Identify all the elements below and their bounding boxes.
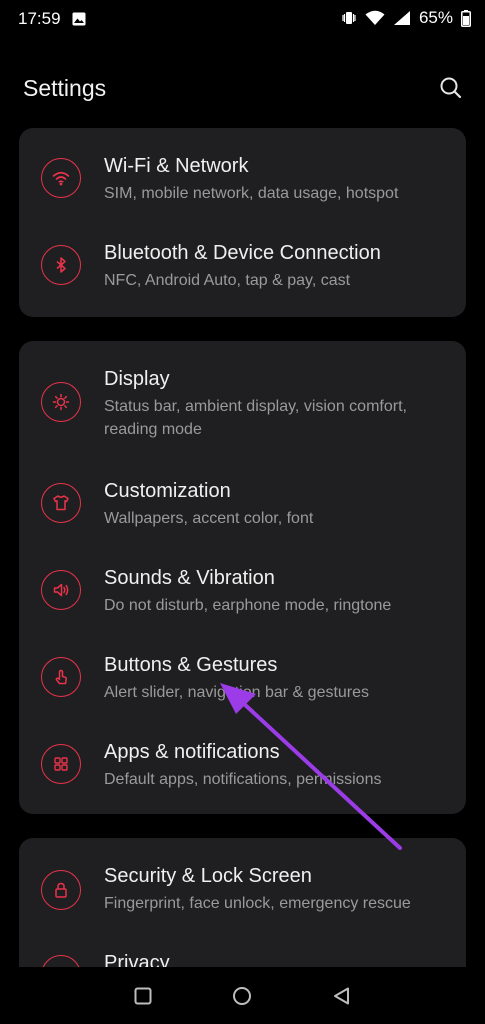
gesture-icon: [41, 657, 81, 697]
vibrate-icon: [341, 10, 357, 26]
page-title: Settings: [23, 75, 107, 101]
tshirt-icon: [41, 483, 81, 523]
item-subtitle: NFC, Android Auto, tap & pay, cast: [104, 272, 351, 289]
battery-icon: [461, 9, 471, 27]
home-icon: [232, 987, 252, 1010]
item-title: Security & Lock Screen: [104, 865, 312, 887]
signal-icon: [393, 10, 411, 26]
back-button[interactable]: [332, 986, 352, 1006]
status-time: 17:59: [18, 9, 61, 28]
item-subtitle: Alert slider, navigation bar & gestures: [104, 684, 370, 701]
settings-item-display[interactable]: Display Status bar, ambient display, vis…: [19, 341, 466, 456]
header: Settings: [0, 60, 485, 116]
settings-group-personal: Display Status bar, ambient display, vis…: [19, 341, 466, 814]
settings-item-customization[interactable]: Customization Wallpapers, accent color, …: [19, 456, 466, 543]
bluetooth-icon: [41, 245, 81, 285]
item-title: Display: [104, 368, 170, 390]
item-subtitle: Status bar, ambient display, vision comf…: [104, 398, 407, 438]
settings-item-security-lock-screen[interactable]: Security & Lock Screen Fingerprint, face…: [19, 838, 466, 933]
speaker-icon: [41, 570, 81, 610]
item-subtitle: Wallpapers, accent color, font: [104, 510, 314, 527]
item-subtitle: Default apps, notifications, permissions: [104, 771, 382, 788]
recent-apps-button[interactable]: [133, 986, 153, 1006]
item-title: Customization: [104, 480, 231, 502]
item-title: Sounds & Vibration: [104, 567, 275, 589]
settings-item-apps-notifications[interactable]: Apps & notifications Default apps, notif…: [19, 717, 466, 814]
wifi-icon: [365, 10, 385, 26]
lock-icon: [41, 870, 81, 910]
navigation-bar: [0, 967, 485, 1024]
gallery-icon: [72, 12, 86, 31]
settings-item-wifi-network[interactable]: Wi-Fi & Network SIM, mobile network, dat…: [19, 128, 466, 223]
item-title: Buttons & Gestures: [104, 654, 278, 676]
settings-item-bluetooth[interactable]: Bluetooth & Device Connection NFC, Andro…: [19, 223, 466, 317]
item-subtitle: Do not disturb, earphone mode, ringtone: [104, 597, 392, 614]
item-subtitle: SIM, mobile network, data usage, hotspot: [104, 185, 399, 202]
settings-item-sounds-vibration[interactable]: Sounds & Vibration Do not disturb, earph…: [19, 543, 466, 630]
status-icons: 65%: [341, 8, 471, 28]
item-title: Bluetooth & Device Connection: [104, 242, 381, 264]
item-title: Apps & notifications: [104, 741, 280, 763]
settings-group-connectivity: Wi-Fi & Network SIM, mobile network, dat…: [19, 128, 466, 317]
item-title: Wi-Fi & Network: [104, 155, 249, 177]
back-icon: [332, 987, 352, 1010]
settings-item-buttons-gestures[interactable]: Buttons & Gestures Alert slider, navigat…: [19, 630, 466, 717]
status-bar: 17:59 65%: [0, 0, 485, 38]
wifi-icon: [41, 158, 81, 198]
home-button[interactable]: [232, 986, 252, 1006]
apps-grid-icon: [41, 744, 81, 784]
recent-apps-icon: [133, 987, 153, 1010]
brightness-icon: [41, 382, 81, 422]
search-button[interactable]: [432, 70, 468, 106]
item-subtitle: Fingerprint, face unlock, emergency resc…: [104, 895, 411, 912]
battery-percent: 65%: [418, 8, 453, 27]
search-icon: [432, 77, 468, 110]
